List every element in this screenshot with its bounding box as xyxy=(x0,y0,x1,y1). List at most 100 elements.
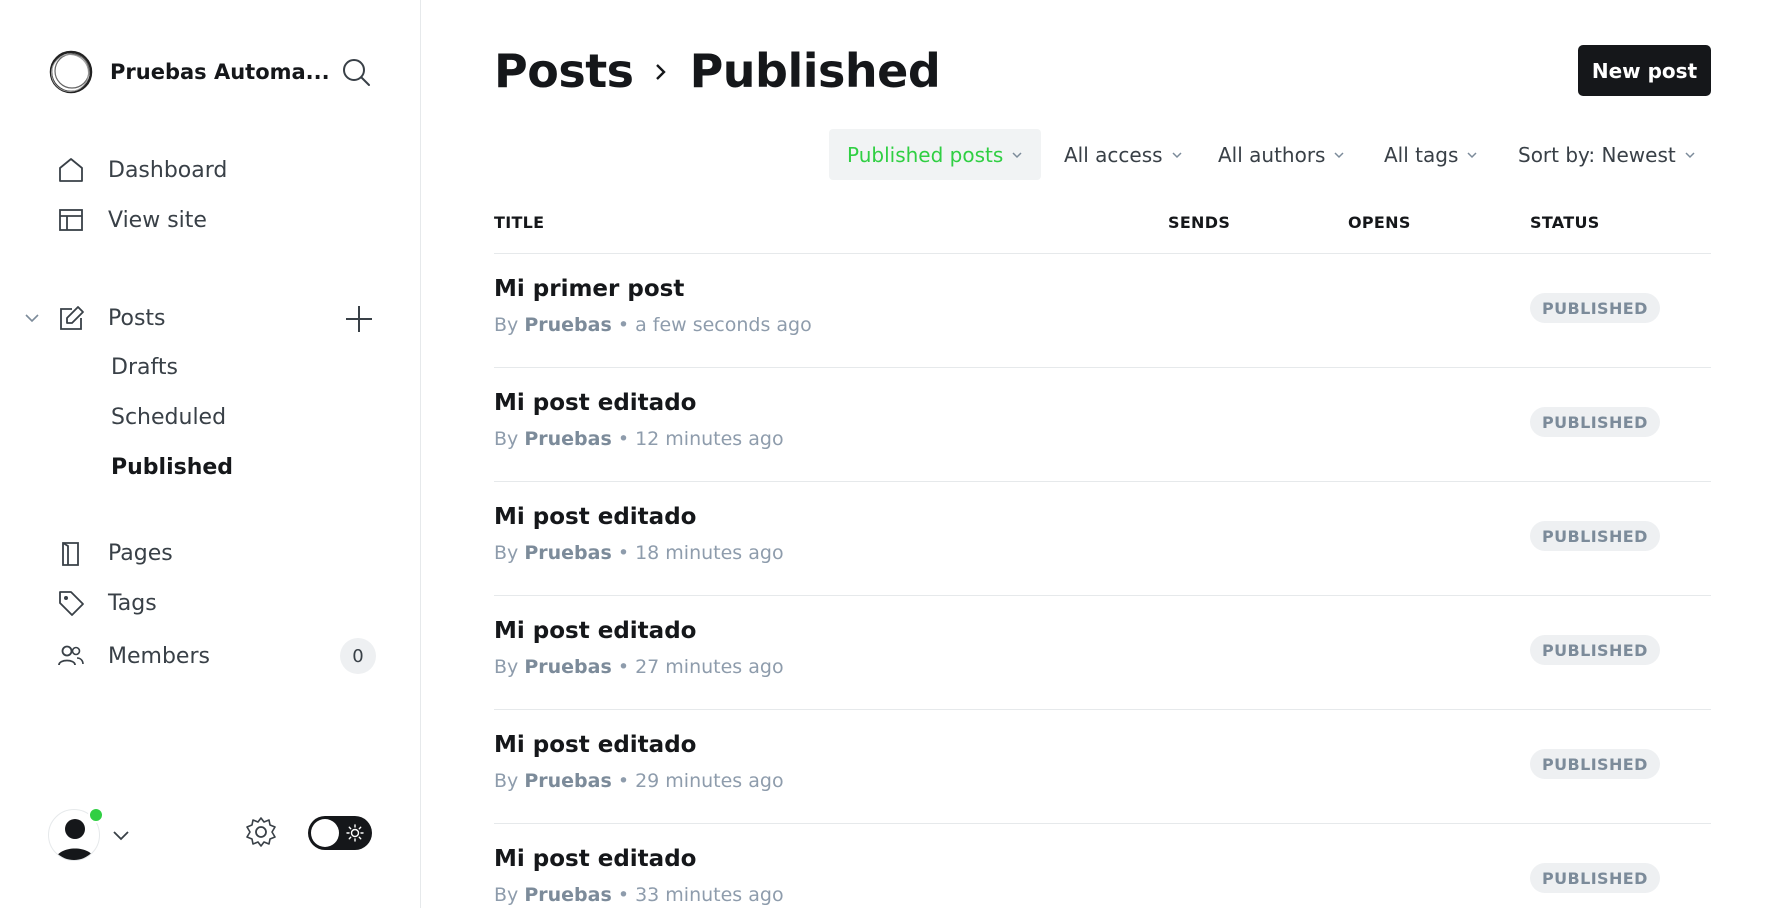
table-row[interactable]: Mi post editado By Pruebas • 29 minutes … xyxy=(494,710,1711,824)
nav-scheduled[interactable]: Scheduled xyxy=(111,401,226,433)
tag-icon xyxy=(59,591,84,616)
post-meta: By Pruebas • a few seconds ago xyxy=(494,314,812,336)
post-by: By xyxy=(494,542,519,564)
nav-members-label: Members xyxy=(108,643,210,669)
toggle-knob xyxy=(311,819,339,847)
post-time: • 12 minutes ago xyxy=(617,428,784,450)
gear-icon[interactable] xyxy=(244,815,278,849)
add-post-plus-icon[interactable] xyxy=(343,303,375,335)
status-badge: PUBLISHED xyxy=(1530,749,1660,779)
post-title: Mi primer post xyxy=(494,276,685,302)
post-author: Pruebas xyxy=(524,770,612,792)
filter-authors-label: All authors xyxy=(1218,142,1326,167)
post-time: • 27 minutes ago xyxy=(617,656,784,678)
sun-icon xyxy=(346,824,364,842)
post-time: • 29 minutes ago xyxy=(617,770,784,792)
status-badge: PUBLISHED xyxy=(1530,407,1660,437)
edit-icon xyxy=(60,306,84,330)
status-badge: PUBLISHED xyxy=(1530,293,1660,323)
filter-authors[interactable]: All authors xyxy=(1218,129,1345,180)
online-status-dot xyxy=(88,807,104,823)
nav-drafts[interactable]: Drafts xyxy=(111,351,178,383)
nav-view-site-label: View site xyxy=(108,207,207,233)
site-logo-icon xyxy=(49,50,93,94)
nav-pages-label: Pages xyxy=(108,540,173,566)
post-author: Pruebas xyxy=(524,428,612,450)
nav-posts[interactable]: Posts xyxy=(56,300,166,336)
post-time: • a few seconds ago xyxy=(617,314,812,336)
post-author: Pruebas xyxy=(524,656,612,678)
table-row[interactable]: Mi post editado By Pruebas • 12 minutes … xyxy=(494,368,1711,482)
home-icon xyxy=(59,158,83,182)
post-title: Mi post editado xyxy=(494,618,697,644)
nav-tags-label: Tags xyxy=(108,590,157,616)
chevron-down-icon xyxy=(1467,151,1477,158)
nav-dashboard[interactable]: Dashboard xyxy=(56,152,227,188)
filter-access-label: All access xyxy=(1064,142,1163,167)
column-header-status: STATUS xyxy=(1530,213,1600,232)
post-title: Mi post editado xyxy=(494,846,697,872)
chevron-down-icon[interactable] xyxy=(110,824,132,846)
filter-tags[interactable]: All tags xyxy=(1384,129,1478,180)
table-row[interactable]: Mi primer post By Pruebas • a few second… xyxy=(494,254,1711,368)
column-header-opens: OPENS xyxy=(1348,213,1411,232)
post-time: • 33 minutes ago xyxy=(617,884,784,906)
post-by: By xyxy=(494,884,519,906)
chevron-down-icon xyxy=(1334,151,1345,158)
status-badge: PUBLISHED xyxy=(1530,521,1660,551)
members-icon xyxy=(58,645,84,666)
post-title: Mi post editado xyxy=(494,504,697,530)
chevron-down-icon xyxy=(1172,151,1182,158)
post-meta: By Pruebas • 18 minutes ago xyxy=(494,542,784,564)
layout-icon xyxy=(59,209,83,231)
table-row[interactable]: Mi post editado By Pruebas • 27 minutes … xyxy=(494,596,1711,710)
site-name: Pruebas Automa... xyxy=(110,60,330,84)
page-icon xyxy=(62,542,79,566)
filter-tags-label: All tags xyxy=(1384,142,1459,167)
search-icon[interactable] xyxy=(340,56,372,88)
new-post-button[interactable]: New post xyxy=(1578,45,1711,96)
column-header-title: TITLE xyxy=(494,213,545,232)
sort-select-label: Sort by: Newest xyxy=(1518,142,1676,167)
post-title: Mi post editado xyxy=(494,390,697,416)
nav-posts-label: Posts xyxy=(108,305,166,331)
chevron-right-icon xyxy=(655,64,666,80)
post-author: Pruebas xyxy=(524,542,612,564)
post-meta: By Pruebas • 27 minutes ago xyxy=(494,656,784,678)
filter-post-type[interactable]: Published posts xyxy=(829,129,1042,180)
column-header-sends: SENDS xyxy=(1168,213,1231,232)
page-title: Posts Published xyxy=(494,44,941,98)
table-row[interactable]: Mi post editado By Pruebas • 33 minutes … xyxy=(494,824,1711,908)
filter-post-type-label: Published posts xyxy=(847,142,1004,167)
theme-toggle[interactable] xyxy=(308,816,372,850)
nav-pages[interactable]: Pages xyxy=(56,535,173,571)
posts-collapse-chevron-icon[interactable] xyxy=(22,308,42,328)
post-by: By xyxy=(494,770,519,792)
nav-members[interactable]: Members xyxy=(56,638,210,674)
post-by: By xyxy=(494,428,519,450)
breadcrumb-posts[interactable]: Posts xyxy=(494,44,634,98)
nav-view-site[interactable]: View site xyxy=(56,202,207,238)
nav-tags[interactable]: Tags xyxy=(56,585,157,621)
post-meta: By Pruebas • 33 minutes ago xyxy=(494,884,784,906)
sidebar: Pruebas Automa... Dashboard View site Po… xyxy=(0,0,421,908)
filter-access[interactable]: All access xyxy=(1064,129,1183,180)
chevron-down-icon xyxy=(1685,151,1695,158)
nav-dashboard-label: Dashboard xyxy=(108,157,228,183)
post-author: Pruebas xyxy=(524,314,612,336)
status-badge: PUBLISHED xyxy=(1530,635,1660,665)
post-meta: By Pruebas • 29 minutes ago xyxy=(494,770,784,792)
nav-published[interactable]: Published xyxy=(111,451,233,483)
site-brand[interactable]: Pruebas Automa... xyxy=(48,48,330,96)
post-by: By xyxy=(494,314,519,336)
post-author: Pruebas xyxy=(524,884,612,906)
post-meta: By Pruebas • 12 minutes ago xyxy=(494,428,784,450)
chevron-down-icon xyxy=(1012,151,1022,158)
user-avatar[interactable] xyxy=(48,807,104,861)
post-title: Mi post editado xyxy=(494,732,697,758)
sort-select[interactable]: Sort by: Newest xyxy=(1518,129,1696,180)
table-row[interactable]: Mi post editado By Pruebas • 18 minutes … xyxy=(494,482,1711,596)
members-count-badge: 0 xyxy=(340,638,376,674)
status-badge: PUBLISHED xyxy=(1530,863,1660,893)
post-by: By xyxy=(494,656,519,678)
